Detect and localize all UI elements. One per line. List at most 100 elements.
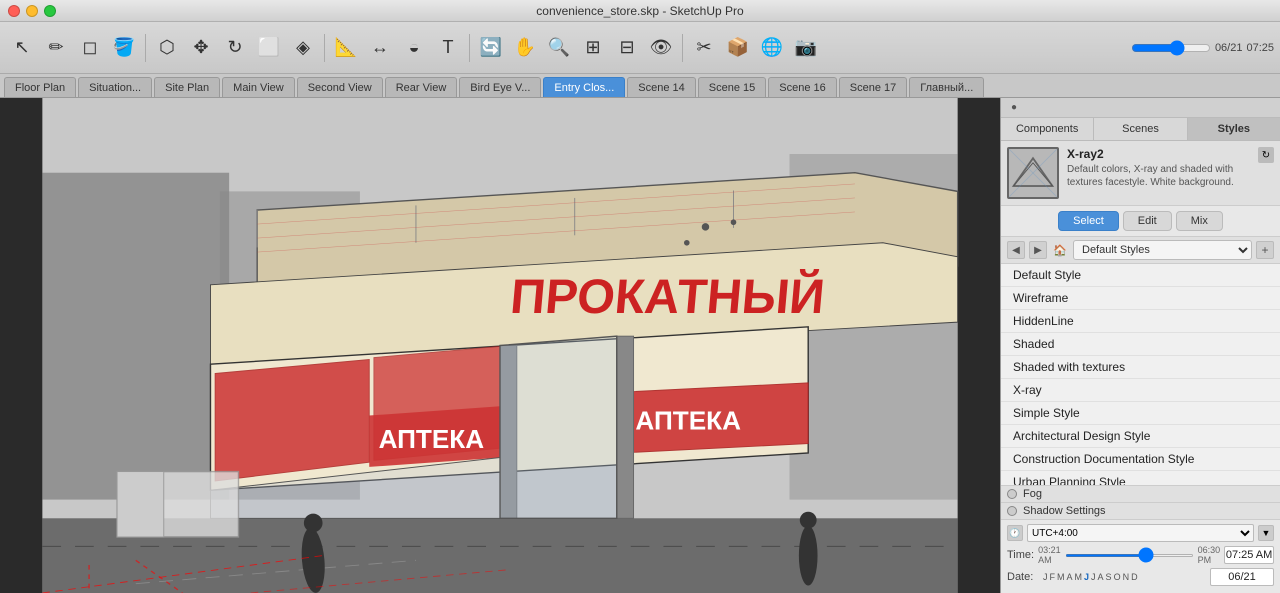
- time-slider-area: 03:21 AM 06:30 PM: [1038, 545, 1220, 565]
- time-input-slider[interactable]: [1065, 554, 1194, 557]
- move-tool[interactable]: ✥: [185, 31, 217, 65]
- pan-tool[interactable]: ✋: [509, 31, 541, 65]
- scene-tab-entry-clos---[interactable]: Entry Clos...: [543, 77, 625, 97]
- fog-toggle-indicator: [1007, 489, 1017, 499]
- rotate-tool[interactable]: ↻: [219, 31, 251, 65]
- fog-label: Fog: [1023, 488, 1042, 500]
- action-tab-select[interactable]: Select: [1058, 211, 1119, 231]
- action-tab-mix[interactable]: Mix: [1176, 211, 1223, 231]
- scene-tab-scene-15[interactable]: Scene 15: [698, 77, 766, 97]
- date-row: Date: JFMAMJJASOND 06/21: [1007, 568, 1274, 586]
- separator-2: [324, 34, 325, 62]
- push-pull-tool[interactable]: ⬡: [151, 31, 183, 65]
- svg-text:ПРОКАТНЫЙ: ПРОКАТНЫЙ: [508, 269, 827, 324]
- style-list-item[interactable]: X-ray: [1001, 379, 1280, 402]
- offset-tool[interactable]: ◈: [287, 31, 319, 65]
- folder-forward-button[interactable]: ▶: [1029, 241, 1047, 259]
- panel-refresh-icon[interactable]: ↻: [1258, 147, 1274, 163]
- match-photo-tool[interactable]: 📷: [790, 31, 822, 65]
- scene-tab-main-view[interactable]: Main View: [222, 77, 295, 97]
- panel-icon-left[interactable]: ●: [1005, 99, 1023, 117]
- dimensions-tool[interactable]: ↔: [364, 31, 396, 65]
- clock-icon: 🕐: [1007, 525, 1023, 541]
- geo-location-tool[interactable]: 🌐: [756, 31, 788, 65]
- style-list-item[interactable]: Wireframe: [1001, 287, 1280, 310]
- style-list-item[interactable]: Default Style: [1001, 264, 1280, 287]
- eraser-tool[interactable]: ◻: [74, 31, 106, 65]
- scale-tool[interactable]: ⬜: [253, 31, 285, 65]
- style-preview-area: X-ray2 Default colors, X-ray and shaded …: [1001, 141, 1280, 206]
- panel-nav-tab-scenes[interactable]: Scenes: [1094, 118, 1187, 140]
- paint-tool[interactable]: 🪣: [108, 31, 140, 65]
- viewport[interactable]: ПРОКАТНЫЙ АПТЕКА АПТЕКА: [0, 98, 1000, 593]
- separator-4: [682, 34, 683, 62]
- select-tool[interactable]: ↖: [6, 31, 38, 65]
- style-list-item[interactable]: Architectural Design Style: [1001, 425, 1280, 448]
- style-list-item[interactable]: Shaded: [1001, 333, 1280, 356]
- timeline-slider[interactable]: [1131, 40, 1211, 56]
- viewport-canvas: ПРОКАТНЫЙ АПТЕКА АПТЕКА: [0, 98, 1000, 593]
- pencil-tool[interactable]: ✏: [40, 31, 72, 65]
- style-folder-row: ◀ ▶ 🏠 Default Styles +: [1001, 237, 1280, 264]
- scene-tab-scene-17[interactable]: Scene 17: [839, 77, 907, 97]
- main-layout: ПРОКАТНЫЙ АПТЕКА АПТЕКА: [0, 98, 1280, 593]
- component-tool[interactable]: 📦: [722, 31, 754, 65]
- scene-tab-floor-plan[interactable]: Floor Plan: [4, 77, 76, 97]
- protractor-tool[interactable]: ◒: [398, 31, 430, 65]
- style-list-item[interactable]: Urban Planning Style: [1001, 471, 1280, 485]
- time-row: Time: 03:21 AM 06:30 PM 07:25 AM: [1007, 545, 1274, 565]
- date-label: Date:: [1007, 571, 1039, 583]
- zoom-extent-tool[interactable]: ⊞: [577, 31, 609, 65]
- scene-tab-situation---[interactable]: Situation...: [78, 77, 152, 97]
- panel-nav-tab-components[interactable]: Components: [1001, 118, 1094, 140]
- style-list-item[interactable]: Construction Documentation Style: [1001, 448, 1280, 471]
- scene-tab-scene-16[interactable]: Scene 16: [768, 77, 836, 97]
- style-list-item[interactable]: Shaded with textures: [1001, 356, 1280, 379]
- zoom-tool[interactable]: 🔍: [543, 31, 575, 65]
- minimize-button[interactable]: [26, 5, 38, 17]
- folder-add-button[interactable]: +: [1256, 241, 1274, 259]
- scene-tab-second-view[interactable]: Second View: [297, 77, 383, 97]
- folder-dropdown[interactable]: Default Styles: [1073, 240, 1252, 260]
- orbit-tool[interactable]: 🔄: [475, 31, 507, 65]
- timezone-add-button[interactable]: ▼: [1258, 525, 1274, 541]
- scene-tab-scene-14[interactable]: Scene 14: [627, 77, 695, 97]
- window-title: convenience_store.skp - SketchUp Pro: [536, 4, 743, 18]
- action-tab-edit[interactable]: Edit: [1123, 211, 1172, 231]
- previous-tool[interactable]: ⊟: [611, 31, 643, 65]
- scene-tab-rear-view[interactable]: Rear View: [385, 77, 458, 97]
- folder-home-button[interactable]: 🏠: [1051, 241, 1069, 259]
- svg-text:АПТЕКА: АПТЕКА: [635, 406, 741, 436]
- tape-tool[interactable]: 📐: [330, 31, 362, 65]
- time-controls: 🕐 UTC+4:00 ▼ Time: 03:21 AM 06:30 PM 07:…: [1001, 520, 1280, 593]
- separator-3: [469, 34, 470, 62]
- timezone-select[interactable]: UTC+4:00: [1027, 524, 1254, 542]
- section-tool[interactable]: ✂: [688, 31, 720, 65]
- scenes-bar: Floor PlanSituation...Site PlanMain View…: [0, 74, 1280, 98]
- scene-tab-site-plan[interactable]: Site Plan: [154, 77, 220, 97]
- time-value-display: 07:25 AM: [1224, 546, 1274, 564]
- shadow-settings-row[interactable]: Shadow Settings: [1001, 503, 1280, 520]
- style-list-item[interactable]: HiddenLine: [1001, 310, 1280, 333]
- style-preview-thumbnail: [1007, 147, 1059, 199]
- text-tool[interactable]: T: [432, 31, 464, 65]
- style-description: Default colors, X-ray and shaded with te…: [1067, 163, 1250, 189]
- maximize-button[interactable]: [44, 5, 56, 17]
- panel-right-icons: ↻: [1258, 147, 1274, 199]
- scene-tab-----------[interactable]: Главный...: [909, 77, 984, 97]
- panel-nav-tab-styles[interactable]: Styles: [1188, 118, 1280, 140]
- scene-tab-bird-eye-v---[interactable]: Bird Eye V...: [459, 77, 541, 97]
- toolbar-time-area: 06/21 07:25: [1131, 40, 1274, 56]
- separator-1: [145, 34, 146, 62]
- close-button[interactable]: [8, 5, 20, 17]
- right-panel: ● ComponentsScenesStyles X-r: [1000, 98, 1280, 593]
- window-controls[interactable]: [8, 5, 56, 17]
- fog-row[interactable]: Fog: [1001, 486, 1280, 503]
- style-list: Default StyleWireframeHiddenLineShadedSh…: [1001, 264, 1280, 485]
- bottom-panel: Fog Shadow Settings 🕐 UTC+4:00 ▼ Tim: [1001, 485, 1280, 593]
- style-list-item[interactable]: Simple Style: [1001, 402, 1280, 425]
- walk-tool[interactable]: 👁: [645, 31, 677, 65]
- time-start-label: 03:21 AM: [1038, 545, 1061, 565]
- folder-back-button[interactable]: ◀: [1007, 241, 1025, 259]
- panel-icons-row: ●: [1001, 98, 1280, 118]
